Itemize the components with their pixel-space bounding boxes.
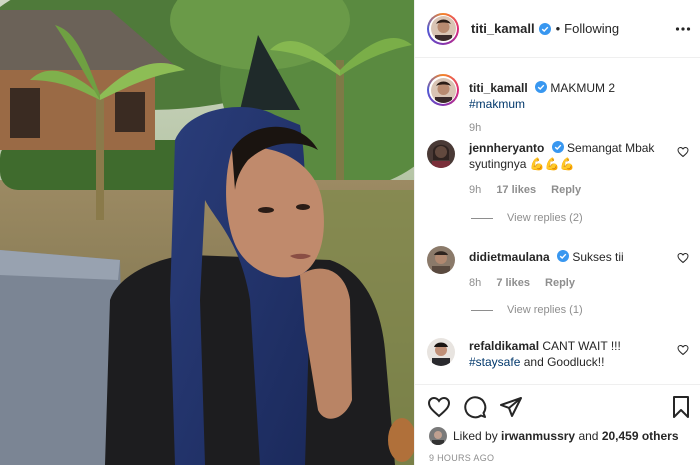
comment-item: didietmaulana Sukses tii 8h 7 likes Repl… <box>427 246 689 289</box>
comment-username[interactable]: refaldikamal <box>469 339 539 353</box>
replies-divider <box>471 217 493 219</box>
header-separator: • <box>555 21 561 36</box>
follow-status-button[interactable]: Following <box>564 21 619 36</box>
likes-count[interactable]: 20,459 others <box>602 429 679 443</box>
replies-divider <box>471 309 493 311</box>
liked-by-and: and <box>578 429 599 443</box>
liked-by-user[interactable]: irwanmussry <box>501 429 575 443</box>
caption-hashtag[interactable]: #makmum <box>469 97 525 111</box>
post-side-panel: titi_kamall • Following titi_kamall MAKM… <box>414 0 700 465</box>
post-timestamp[interactable]: 9 HOURS AGO <box>429 453 494 463</box>
view-replies-button[interactable]: View replies (1) <box>471 304 583 316</box>
bookmark-icon[interactable] <box>669 395 693 419</box>
comment-avatar[interactable] <box>427 140 455 168</box>
share-icon[interactable] <box>499 395 523 419</box>
comment-text: CANT WAIT !!! <box>542 339 621 353</box>
comment-avatar[interactable] <box>427 338 455 366</box>
verified-badge-icon <box>557 250 570 262</box>
comment-text-continued: and Goodluck!! <box>523 355 605 369</box>
verified-badge-icon <box>551 141 564 153</box>
post-actions: Liked by irwanmussry and 20,459 others 9… <box>415 384 700 465</box>
more-options-icon[interactable] <box>675 21 691 37</box>
comment-likes[interactable]: 17 likes <box>496 184 536 196</box>
liked-by-row[interactable]: Liked by irwanmussry and 20,459 others <box>429 427 679 445</box>
view-replies-button[interactable]: View replies (2) <box>471 212 583 224</box>
view-replies-label: View replies (2) <box>507 212 583 224</box>
comment-avatar[interactable] <box>427 246 455 274</box>
reply-button[interactable]: Reply <box>551 184 581 196</box>
comment-username[interactable]: jennheryanto <box>469 141 544 155</box>
verified-badge-icon <box>538 22 551 35</box>
comment-icon[interactable] <box>463 395 487 419</box>
caption-avatar[interactable] <box>427 74 459 106</box>
verified-badge-icon <box>535 81 548 93</box>
caption-time: 9h <box>469 122 482 134</box>
heart-icon[interactable] <box>427 395 451 419</box>
flexed-biceps-emoji-icon: 💪💪💪 <box>529 157 575 171</box>
caption-text: MAKMUM 2 <box>550 81 616 95</box>
like-comment-icon[interactable] <box>677 252 689 264</box>
comment-time: 8h <box>469 277 482 289</box>
liked-by-avatar[interactable] <box>429 427 447 445</box>
comment-item: refaldikamal CANT WAIT !!! #staysafe and… <box>427 338 689 378</box>
like-comment-icon[interactable] <box>677 344 689 356</box>
author-username[interactable]: titi_kamall <box>471 21 535 36</box>
reply-button[interactable]: Reply <box>545 277 575 289</box>
comment-text: Sukses tii <box>572 250 624 264</box>
comment-item: jennheryanto Semangat Mbak syutingnya 💪💪… <box>427 140 689 200</box>
liked-by-prefix: Liked by <box>453 429 498 443</box>
post-header: titi_kamall • Following <box>415 0 700 58</box>
comment-likes[interactable]: 7 likes <box>496 277 530 289</box>
comment-username[interactable]: didietmaulana <box>469 250 550 264</box>
post-photo[interactable] <box>0 0 414 465</box>
comments-section[interactable]: titi_kamall MAKMUM 2 #makmum 9h jennhery… <box>415 58 700 384</box>
caption: titi_kamall MAKMUM 2 #makmum 9h <box>427 74 689 134</box>
caption-username[interactable]: titi_kamall <box>469 81 528 95</box>
photo-scene <box>0 0 414 465</box>
author-avatar[interactable] <box>427 12 459 45</box>
comment-time: 9h <box>469 184 482 196</box>
view-replies-label: View replies (1) <box>507 304 583 316</box>
comment-hashtag[interactable]: #staysafe <box>469 355 520 369</box>
like-comment-icon[interactable] <box>677 146 689 158</box>
